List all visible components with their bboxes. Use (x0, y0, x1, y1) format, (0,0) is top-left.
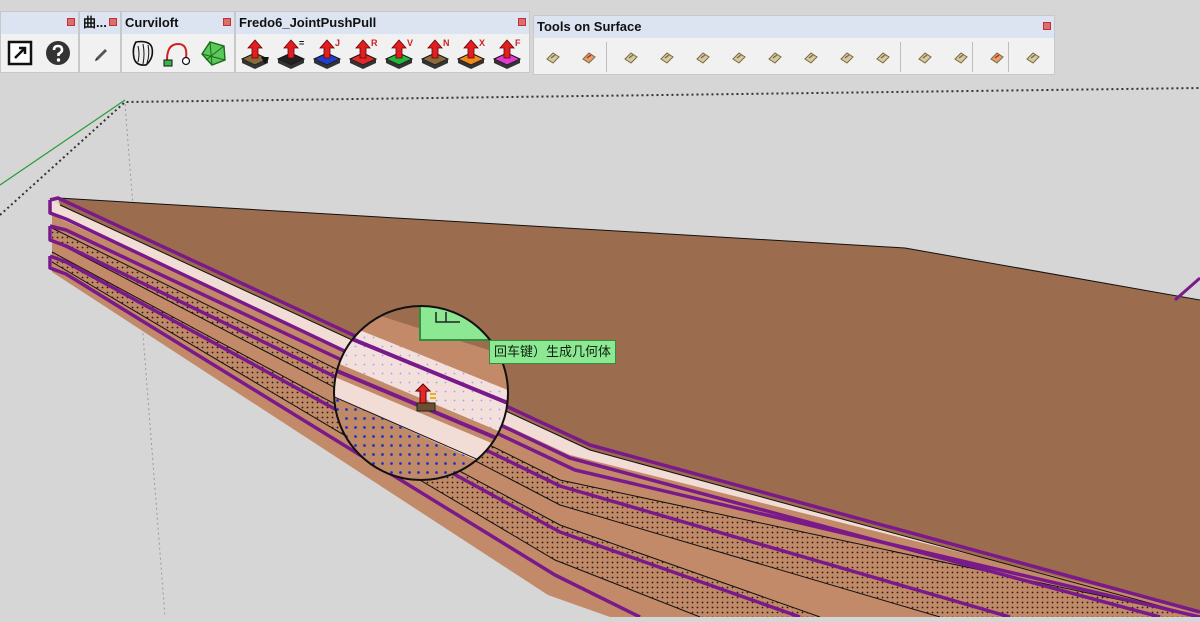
toolbar-qu: 曲... (79, 11, 121, 73)
maximize-icon (7, 40, 33, 66)
toolbar-fredo-jointpushpull: Fredo6_JointPushPull = J R V N X F (235, 11, 530, 73)
push-pull-icon: F (492, 38, 522, 69)
surface-tool-button-8[interactable] (794, 40, 828, 74)
surface-tool-icon (546, 52, 560, 64)
toolbar-curviloft: Curviloft (121, 11, 235, 73)
loft-by-spline-button[interactable] (126, 36, 160, 70)
toolbar-curviloft-close-icon[interactable] (223, 18, 231, 26)
pencil-icon (95, 49, 107, 61)
push-pull-icon: R (348, 38, 378, 69)
surface-tool-button-12[interactable] (944, 40, 978, 74)
model-canvas[interactable] (0, 0, 1200, 619)
help-button[interactable] (41, 36, 75, 70)
toolbar-curviloft-title: Curviloft (122, 12, 234, 34)
push-pull-icon (240, 39, 270, 69)
push-pull-icon: N (420, 38, 450, 69)
surface-tool-icon (876, 52, 890, 64)
jointpushpull-button-3[interactable]: J (310, 36, 344, 70)
zoom-extents-button[interactable] (3, 36, 37, 70)
loft-shape-icon (132, 40, 154, 66)
help-icon (46, 41, 70, 65)
toolbar-tos-close-icon[interactable] (1043, 22, 1051, 30)
status-tooltip: 回车键）生成几何体 (489, 340, 617, 364)
surface-tool-button-11[interactable] (908, 40, 942, 74)
push-pull-icon: = (276, 38, 306, 69)
surface-tool-icon (840, 52, 854, 64)
push-pull-letter: X (479, 38, 485, 48)
push-pull-letter: = (299, 38, 304, 48)
toolbar-separator (900, 42, 901, 72)
jointpushpull-button-7[interactable]: X (454, 36, 488, 70)
curve-tool-button[interactable] (84, 36, 118, 70)
surface-tool-button-9[interactable] (830, 40, 864, 74)
surface-tool-button-1[interactable] (536, 40, 570, 74)
surface-tool-icon (804, 52, 818, 64)
surface-tool-button-14[interactable] (1016, 40, 1050, 74)
jointpushpull-button-1[interactable] (238, 36, 272, 70)
surface-tool-icon (1026, 52, 1040, 64)
push-pull-icon: X (456, 38, 486, 69)
toolbar-qu-close-icon[interactable] (109, 18, 117, 26)
toolbar-fredo-title: Fredo6_JointPushPull (236, 12, 529, 34)
surface-tool-button-13[interactable] (980, 40, 1014, 74)
jointpushpull-button-4[interactable]: R (346, 36, 380, 70)
surface-tool-button-4[interactable] (650, 40, 684, 74)
jointpushpull-button-8[interactable]: F (490, 36, 524, 70)
push-pull-icon: V (384, 38, 414, 69)
surface-tool-icon (696, 52, 710, 64)
jointpushpull-button-2[interactable]: = (274, 36, 308, 70)
push-pull-letter: V (407, 38, 413, 48)
surface-tool-icon (918, 52, 932, 64)
toolbar-fredo-close-icon[interactable] (518, 18, 526, 26)
push-pull-letter: F (515, 38, 521, 48)
surface-tool-button-7[interactable] (758, 40, 792, 74)
surface-tool-icon (582, 52, 596, 64)
surface-tool-button-3[interactable] (614, 40, 648, 74)
toolbar-tos-title: Tools on Surface (534, 16, 1054, 38)
push-pull-letter: J (335, 38, 340, 48)
skinning-button[interactable] (196, 36, 230, 70)
push-pull-letter: N (443, 38, 450, 48)
push-pull-icon: J (312, 38, 342, 69)
loft-along-path-button[interactable] (160, 36, 194, 70)
toolbar-tools-on-surface: Tools on Surface (533, 15, 1055, 75)
toolbar-separator (606, 42, 607, 72)
skin-patch-icon (201, 41, 226, 66)
surface-tool-icon (624, 52, 638, 64)
curve-path-icon (163, 42, 191, 67)
surface-tool-button-5[interactable] (686, 40, 720, 74)
jointpushpull-button-6[interactable]: N (418, 36, 452, 70)
surface-tool-button-2[interactable] (572, 40, 606, 74)
toolbar-left (0, 11, 79, 73)
surface-tool-icon (660, 52, 674, 64)
surface-tool-button-6[interactable] (722, 40, 756, 74)
surface-tool-icon (768, 52, 782, 64)
surface-tool-icon (954, 52, 968, 64)
surface-tool-icon (732, 52, 746, 64)
push-pull-letter: R (371, 38, 378, 48)
jointpushpull-button-5[interactable]: V (382, 36, 416, 70)
surface-tool-icon (990, 52, 1004, 64)
model-viewport[interactable]: 回车键）生成几何体 (0, 0, 1200, 619)
surface-tool-button-10[interactable] (866, 40, 900, 74)
toolbar-left-close-icon[interactable] (67, 18, 75, 26)
